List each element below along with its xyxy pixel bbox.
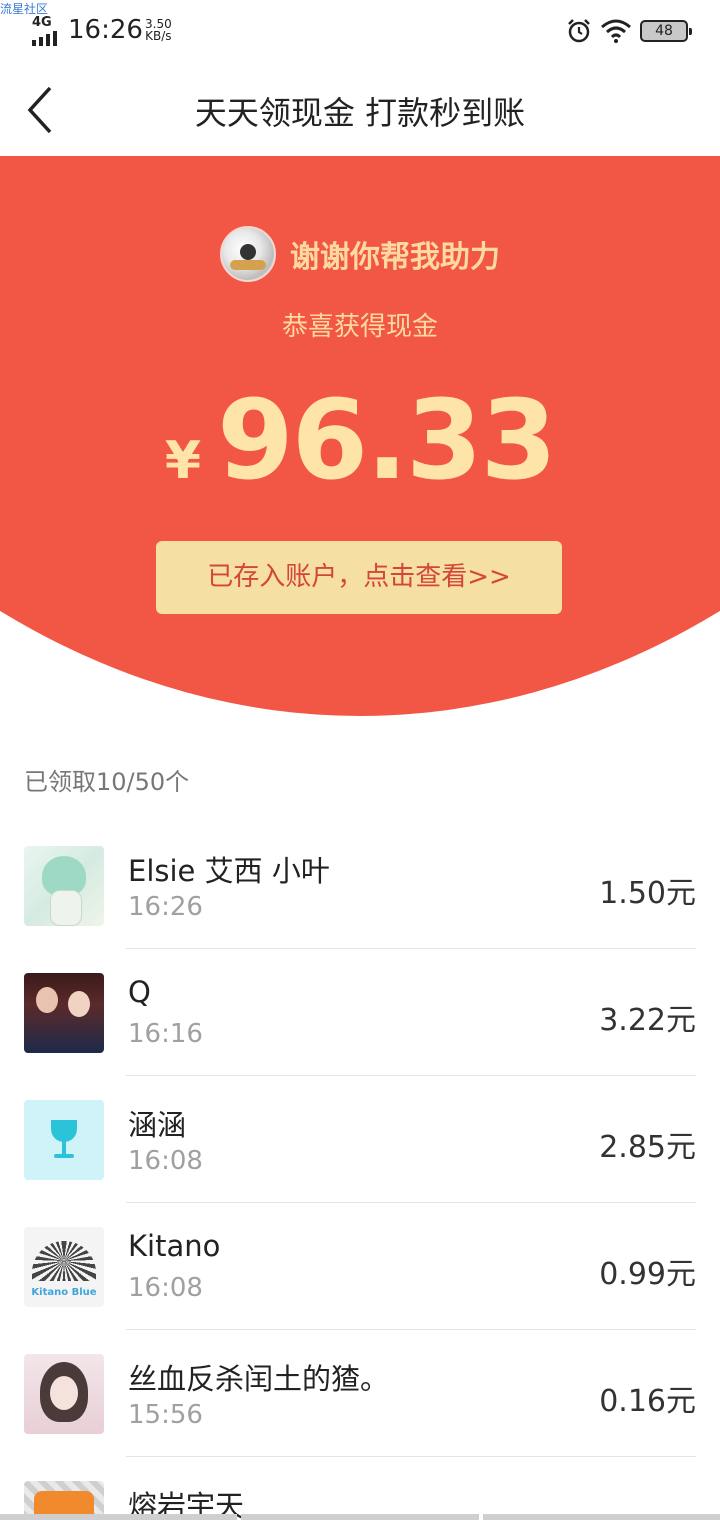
list-item[interactable]: 丝血反杀闰土的猹。 15:56 0.16元: [0, 1330, 720, 1457]
currency-symbol: ¥: [164, 431, 202, 491]
avatar: [24, 846, 104, 926]
network-speed: 3.50 KB/s: [145, 18, 172, 42]
list-item[interactable]: 涵涵 16:08 2.85元: [0, 1076, 720, 1203]
bottom-tab-strip: [0, 1514, 720, 1520]
claim-amount: 2.85元: [599, 1130, 696, 1165]
avatar: [24, 1100, 104, 1180]
wifi-icon: [601, 19, 631, 43]
sender-message: 谢谢你帮我助力: [290, 240, 500, 275]
claimed-count: 已领取10/50个: [24, 768, 190, 796]
list-item[interactable]: Q 16:16 3.22元: [0, 949, 720, 1076]
glass-icon: [51, 1120, 77, 1142]
user-name: Elsie 艾西 小叶: [128, 854, 330, 888]
list-item[interactable]: Kitano Blue Kitano 16:08 0.99元: [0, 1203, 720, 1330]
reward-header: 谢谢你帮我助力 恭喜获得现金 ¥ 96.33 已存入账户，点击查看>>: [0, 156, 720, 716]
nav-bar: 天天领现金 打款秒到账: [0, 64, 720, 156]
claim-time: 15:56: [128, 1400, 203, 1430]
list-item[interactable]: 熔岩宇天 0.61元: [0, 1457, 720, 1520]
avatar: [24, 973, 104, 1053]
network-type: 4G: [32, 15, 52, 30]
view-account-button[interactable]: 已存入账户，点击查看>>: [156, 541, 562, 614]
claim-amount: 0.16元: [599, 1384, 696, 1419]
sender-avatar: [220, 226, 276, 282]
status-time: 16:26: [68, 15, 143, 45]
list-item[interactable]: Elsie 艾西 小叶 16:26 1.50元: [0, 822, 720, 949]
avatar-caption: Kitano Blue: [31, 1287, 97, 1298]
signal-icon: 4G: [32, 15, 62, 47]
claim-list: Elsie 艾西 小叶 16:26 1.50元 Q 16:16 3.22元 涵涵…: [0, 822, 720, 1520]
claim-time: 16:16: [128, 1019, 203, 1049]
status-bar: 4G 16:26 3.50 KB/s 48: [0, 0, 720, 64]
alarm-icon: [568, 19, 590, 43]
watermark: 流星社区: [0, 2, 49, 16]
user-name: 丝血反杀闰土的猹。: [128, 1362, 390, 1396]
avatar: [24, 1354, 104, 1434]
claim-time: 16:26: [128, 892, 203, 922]
cash-amount: 96.33: [217, 376, 557, 504]
battery-icon: 48: [640, 20, 692, 42]
amount-row: ¥ 96.33: [0, 376, 720, 504]
page-title: 天天领现金 打款秒到账: [194, 94, 526, 132]
user-name: Q: [128, 975, 151, 1009]
congrats-text: 恭喜获得现金: [281, 312, 438, 342]
claim-amount: 3.22元: [599, 1003, 696, 1038]
sender-row: 谢谢你帮我助力: [0, 226, 720, 282]
claim-amount: 0.99元: [599, 1257, 696, 1292]
claim-time: 16:08: [128, 1273, 203, 1303]
speed-unit: KB/s: [145, 29, 172, 43]
claim-amount: 1.50元: [599, 876, 696, 911]
fan-image: [32, 1241, 96, 1281]
claim-time: 16:08: [128, 1146, 203, 1176]
user-name: Kitano: [128, 1229, 221, 1263]
user-name: 涵涵: [128, 1108, 187, 1142]
avatar: Kitano Blue: [24, 1227, 104, 1307]
